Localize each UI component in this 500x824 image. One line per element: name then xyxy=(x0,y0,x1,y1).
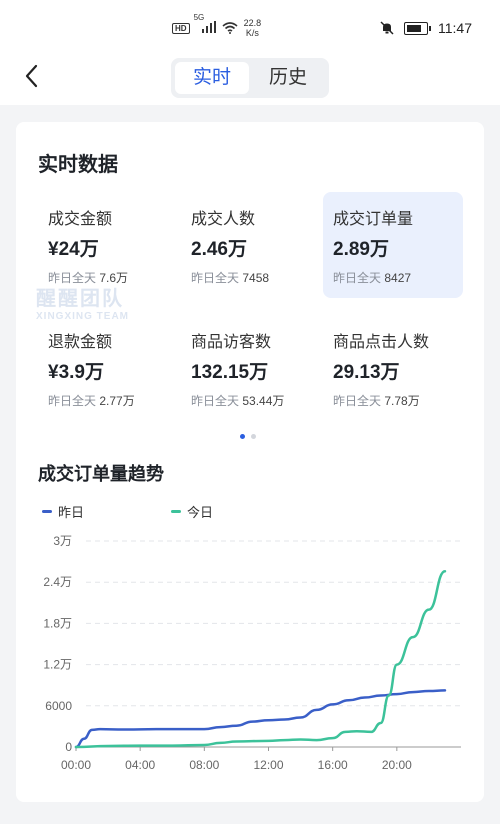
metric-value: 2.89万 xyxy=(333,239,389,260)
metric-prev: 昨日全天 7.6万 xyxy=(48,269,128,286)
network-type: 5G xyxy=(193,13,205,22)
metric-prev-label: 昨日全天 xyxy=(333,271,382,285)
metric-visitors[interactable]: 商品访客数 132.15万 昨日全天 53.44万 xyxy=(181,315,321,421)
tab-history[interactable]: 历史 xyxy=(251,62,325,94)
order-trend-chart: 0 6000 1.2万 1.8万 2.4万 3万 00:00 04:00 08:00 12:00 1… xyxy=(43,534,461,772)
metric-value: 2.46万 xyxy=(191,239,247,260)
speed-value: 22.8 xyxy=(243,18,262,28)
series-line-yesterday xyxy=(74,689,447,749)
metric-clicks[interactable]: 商品点击人数 29.13万 昨日全天 7.78万 xyxy=(323,315,463,421)
metric-prev-label: 昨日全天 xyxy=(333,394,382,408)
page-dot-active[interactable] xyxy=(240,434,245,439)
hd-badge: HD xyxy=(172,22,190,34)
metric-prev: 昨日全天 7.78万 xyxy=(333,392,420,409)
network-speed: 22.8 K/s xyxy=(244,18,262,38)
metric-refund[interactable]: 退款金额 ¥3.9万 昨日全天 2.77万 xyxy=(38,315,178,421)
metric-prev-value: 7458 xyxy=(242,271,270,285)
back-arrow-icon[interactable] xyxy=(20,62,44,90)
metric-prev: 昨日全天 2.77万 xyxy=(48,392,135,409)
legend-swatch xyxy=(171,510,181,513)
legend-label: 昨日 xyxy=(58,505,85,520)
x-tick-label: 08:00 xyxy=(189,758,219,772)
page-dot[interactable] xyxy=(251,434,256,439)
metric-prev-label: 昨日全天 xyxy=(191,271,240,285)
metric-value: 29.13万 xyxy=(333,362,400,383)
metric-prev-label: 昨日全天 xyxy=(48,271,97,285)
metric-value: 132.15万 xyxy=(191,362,269,383)
metric-prev-value: 2.77万 xyxy=(99,394,135,408)
y-tick-label: 2.4万 xyxy=(43,575,72,589)
tab-realtime[interactable]: 实时 xyxy=(175,62,249,94)
x-tick-label: 00:00 xyxy=(61,758,91,772)
wifi-icon xyxy=(222,22,238,34)
metric-label: 成交订单量 xyxy=(333,211,414,228)
x-tick-label: 20:00 xyxy=(382,758,412,772)
metric-buyers[interactable]: 成交人数 2.46万 昨日全天 7458 xyxy=(181,192,321,298)
metric-orders[interactable]: 成交订单量 2.89万 昨日全天 8427 xyxy=(323,192,463,298)
metric-value: ¥3.9万 xyxy=(48,362,104,383)
battery-icon xyxy=(404,21,431,35)
metric-value: ¥24万 xyxy=(48,239,99,260)
y-tick-label: 6000 xyxy=(45,699,72,713)
status-right: 11:47 xyxy=(380,20,472,36)
y-tick-label: 3万 xyxy=(53,534,72,548)
metric-prev: 昨日全天 7458 xyxy=(191,269,269,286)
legend-label: 今日 xyxy=(187,505,214,520)
section-title: 实时数据 xyxy=(38,154,118,176)
speed-unit: K/s xyxy=(245,28,259,38)
metric-label: 成交人数 xyxy=(191,211,256,228)
x-tick-label: 16:00 xyxy=(318,758,348,772)
clock: 11:47 xyxy=(438,20,472,36)
metric-prev-value: 7.6万 xyxy=(99,271,129,285)
nav-bar: 实时 历史 xyxy=(0,50,500,105)
metric-prev-value: 8427 xyxy=(384,271,412,285)
y-tick-label: 0 xyxy=(65,740,72,754)
metric-label: 商品点击人数 xyxy=(333,334,430,351)
metric-label: 商品访客数 xyxy=(191,334,272,351)
metric-prev: 昨日全天 53.44万 xyxy=(191,392,284,409)
metric-prev-value: 7.78万 xyxy=(384,394,420,408)
y-tick-label: 1.2万 xyxy=(43,658,72,672)
metric-label: 退款金额 xyxy=(48,334,113,351)
signal-icon: 5G xyxy=(194,13,216,35)
legend-today[interactable]: 今日 xyxy=(171,502,213,521)
status-bar: HD 5G 22.8 K/s 11:47 xyxy=(0,0,500,50)
metric-gmv[interactable]: 成交金额 ¥24万 昨日全天 7.6万 xyxy=(38,192,178,298)
segment-tabs: 实时 历史 xyxy=(171,58,329,98)
x-tick-label: 12:00 xyxy=(253,758,283,772)
metric-prev-label: 昨日全天 xyxy=(191,394,240,408)
metric-prev-value: 53.44万 xyxy=(242,394,285,408)
realtime-card: 实时数据 醒醒团队 XINGXING TEAM 成交金额 ¥24万 昨日全天 7… xyxy=(16,122,484,802)
x-tick-label: 04:00 xyxy=(125,758,155,772)
page-indicator xyxy=(240,434,256,439)
legend-swatch xyxy=(42,510,52,513)
status-indicators: HD 5G 22.8 K/s xyxy=(172,13,262,38)
y-tick-label: 1.8万 xyxy=(43,616,72,630)
legend-yesterday[interactable]: 昨日 xyxy=(42,502,84,521)
mute-bell-icon xyxy=(380,21,394,35)
metric-prev-label: 昨日全天 xyxy=(48,394,97,408)
chart-title: 成交订单量趋势 xyxy=(38,464,164,484)
metric-label: 成交金额 xyxy=(48,211,113,228)
metric-prev: 昨日全天 8427 xyxy=(333,269,411,286)
